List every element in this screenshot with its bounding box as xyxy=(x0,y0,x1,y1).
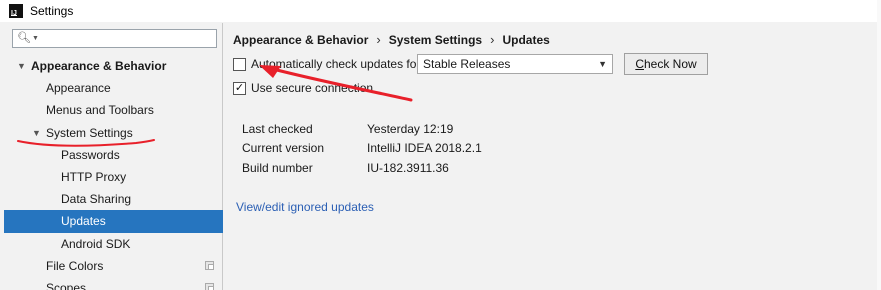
current-version-label: Current version xyxy=(242,141,325,155)
tree-item-updates[interactable]: Updates xyxy=(4,210,223,233)
tree-item-label: Updates xyxy=(61,214,106,229)
check-now-button[interactable]: Check Now xyxy=(624,53,708,75)
copy-icon xyxy=(205,282,214,290)
tree-item-label: Scopes xyxy=(46,280,87,290)
settings-sidebar: 🔍︎ ▼ ▼ Appearance & Behavior Appearance … xyxy=(4,23,223,290)
tree-item-label: HTTP Proxy xyxy=(61,170,127,185)
last-checked-label: Last checked xyxy=(242,122,313,136)
build-number-value: IU-182.3911.36 xyxy=(367,161,449,175)
search-input[interactable] xyxy=(42,31,216,46)
auto-check-checkbox[interactable] xyxy=(233,57,246,71)
tree-item-label: Data Sharing xyxy=(61,192,132,207)
tree-item-appearance[interactable]: Appearance xyxy=(4,77,223,99)
tree-item-label: Android SDK xyxy=(61,236,131,251)
chevron-down-icon[interactable]: ▼ xyxy=(32,35,39,42)
breadcrumb-item: Appearance & Behavior xyxy=(233,32,369,47)
tree-item-menus-toolbars[interactable]: Menus and Toolbars xyxy=(4,99,223,121)
tree-item-passwords[interactable]: Passwords xyxy=(4,144,223,166)
breadcrumb-separator-icon: › xyxy=(376,32,381,47)
secure-connection-row: ✓ Use secure connection xyxy=(233,81,373,95)
tree-item-scopes[interactable]: Scopes xyxy=(4,277,223,290)
breadcrumb: Appearance & Behavior › System Settings … xyxy=(233,32,550,47)
tree-item-label: Menus and Toolbars xyxy=(46,103,154,118)
secure-connection-checkbox[interactable]: ✓ xyxy=(233,81,246,95)
build-number-label: Build number xyxy=(242,161,313,175)
tree-item-label: Appearance xyxy=(46,81,111,96)
tree-item-http-proxy[interactable]: HTTP Proxy xyxy=(4,166,223,188)
chevron-down-icon[interactable]: ▼ xyxy=(598,59,607,69)
tree-item-system-settings[interactable]: ▼ System Settings xyxy=(4,122,223,144)
tree-item-appearance-behavior[interactable]: ▼ Appearance & Behavior xyxy=(4,55,223,77)
search-icon[interactable]: 🔍︎ xyxy=(17,33,31,44)
tree-item-data-sharing[interactable]: Data Sharing xyxy=(4,188,223,210)
tree-item-label: File Colors xyxy=(46,258,104,273)
chevron-down-icon[interactable]: ▼ xyxy=(17,61,26,71)
check-now-mnemonic: C xyxy=(635,57,644,71)
breadcrumb-separator-icon: › xyxy=(490,32,495,47)
intellij-icon: IJ xyxy=(9,4,23,18)
auto-check-row: Automatically check updates for xyxy=(233,57,420,71)
update-channel-value: Stable Releases xyxy=(423,57,511,71)
update-channel-select[interactable]: Stable Releases ▼ xyxy=(417,54,613,74)
secure-connection-label[interactable]: Use secure connection xyxy=(251,81,373,95)
window-right-edge xyxy=(877,0,881,290)
breadcrumb-item: Updates xyxy=(502,32,550,47)
chevron-down-icon[interactable]: ▼ xyxy=(32,128,41,138)
tree-item-android-sdk[interactable]: Android SDK xyxy=(4,233,223,255)
breadcrumb-item: System Settings xyxy=(388,32,483,47)
tree-item-label: Passwords xyxy=(61,147,120,162)
current-version-value: IntelliJ IDEA 2018.2.1 xyxy=(367,141,482,155)
title-bar: IJ Settings xyxy=(0,0,881,22)
check-now-label: heck Now xyxy=(643,57,697,71)
window-title: Settings xyxy=(30,4,74,18)
tree-item-file-colors[interactable]: File Colors xyxy=(4,255,223,277)
last-checked-value: Yesterday 12:19 xyxy=(367,122,454,136)
copy-icon xyxy=(205,260,214,270)
tree-item-label: Appearance & Behavior xyxy=(31,59,167,74)
settings-search-box[interactable]: 🔍︎ ▼ xyxy=(12,29,217,48)
view-ignored-updates-link[interactable]: View/edit ignored updates xyxy=(236,200,374,214)
settings-content: Appearance & Behavior › System Settings … xyxy=(224,23,881,290)
auto-check-label[interactable]: Automatically check updates for xyxy=(251,57,420,71)
tree-item-label: System Settings xyxy=(46,125,133,140)
settings-tree: ▼ Appearance & Behavior Appearance Menus… xyxy=(4,55,223,290)
